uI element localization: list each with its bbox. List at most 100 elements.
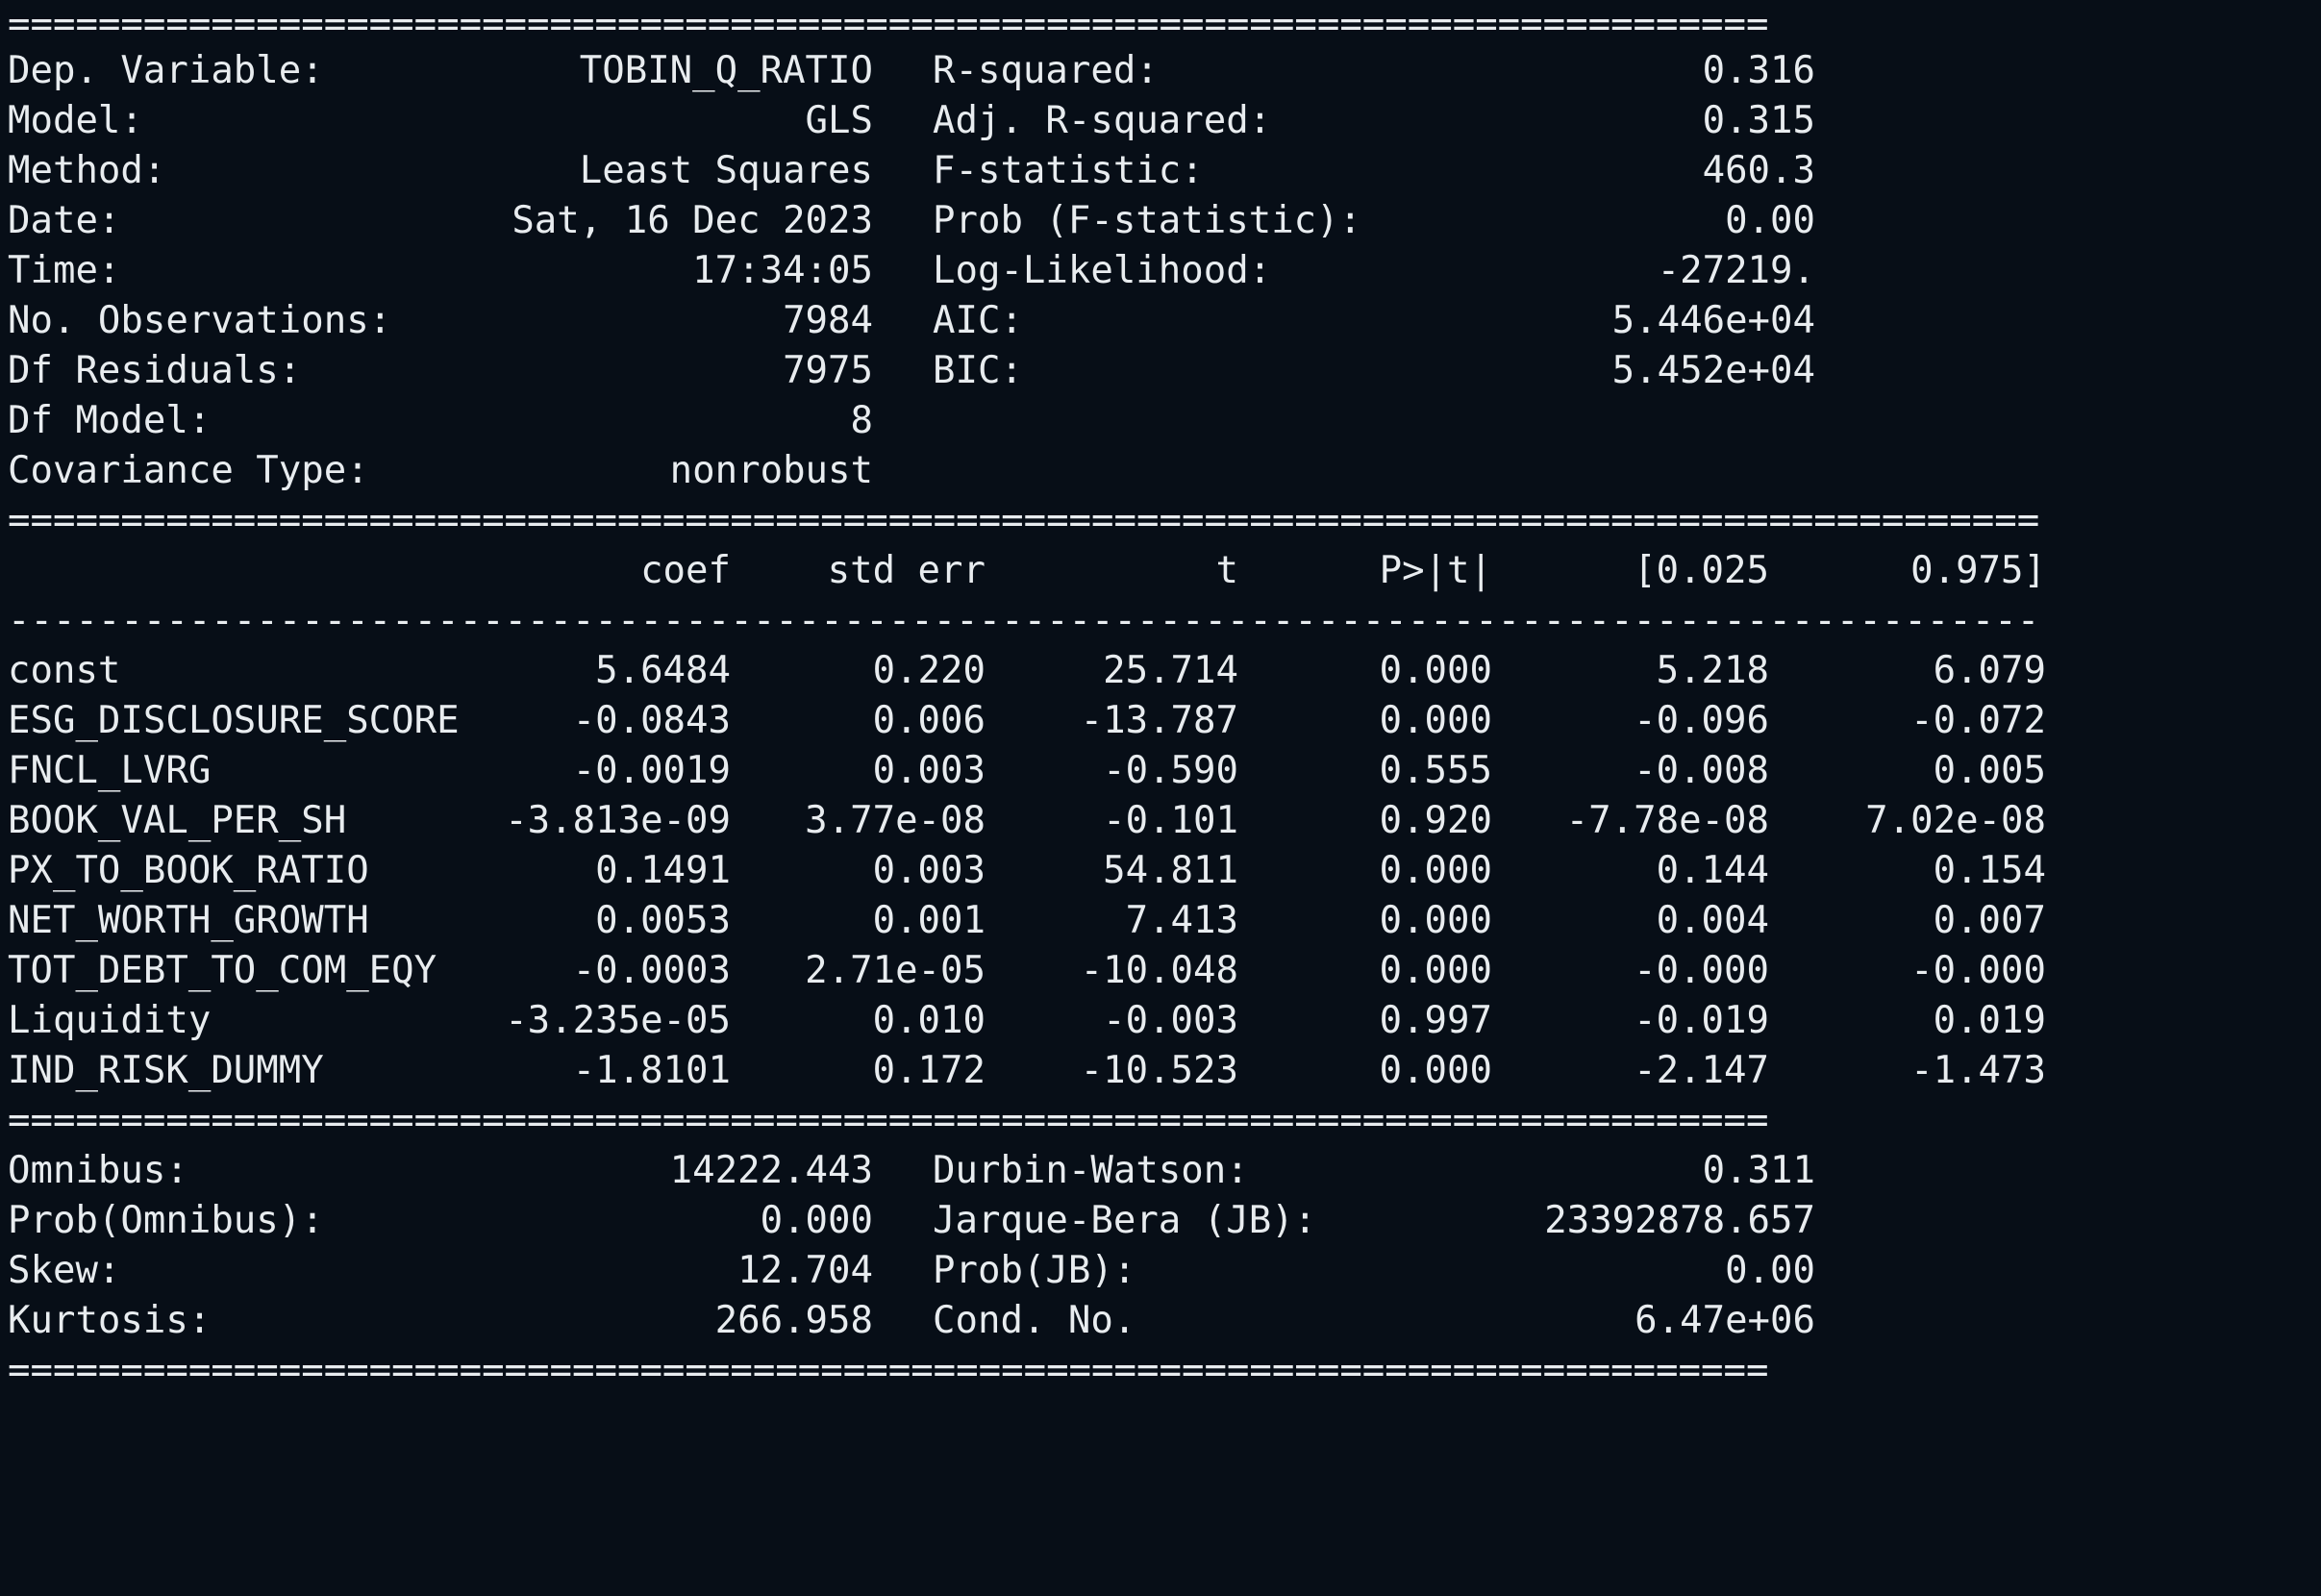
cell-ci-high: -0.000	[1910, 949, 2046, 992]
row-name: Liquidity	[8, 999, 212, 1042]
cell-p: 0.000	[1379, 899, 1492, 942]
summary-value: 0.00	[1725, 199, 1815, 242]
summary-value: 7984	[783, 299, 873, 342]
cell-coef: 0.1491	[595, 849, 731, 892]
row-name: ESG_DISCLOSURE_SCORE	[8, 699, 460, 742]
row-name: FNCL_LVRG	[8, 749, 212, 792]
cell-p: 0.000	[1379, 949, 1492, 992]
summary-row: Model: GLS Adj. R-squared: 0.315	[8, 96, 2315, 146]
cell-std-err: 0.172	[872, 1049, 986, 1092]
summary-label: Method:	[8, 149, 166, 192]
diag-value: 0.311	[1702, 1149, 1815, 1192]
summary-label: AIC:	[933, 299, 1023, 342]
diagnostics-row: Omnibus: 14222.443 Durbin-Watson: 0.311	[8, 1146, 2315, 1196]
diagnostics-row: Kurtosis: 266.958 Cond. No. 6.47e+06	[8, 1296, 2315, 1346]
cell-ci-low: 0.004	[1656, 899, 1769, 942]
diag-value: 14222.443	[669, 1149, 873, 1192]
cell-p: 0.000	[1379, 699, 1492, 742]
cell-t: -10.048	[1080, 949, 1238, 992]
cell-ci-high: 0.007	[1933, 899, 2046, 942]
row-name: NET_WORTH_GROWTH	[8, 899, 369, 942]
cell-std-err: 3.77e-08	[805, 799, 986, 842]
summary-row: Df Model: 8	[8, 396, 2315, 446]
diag-value: 0.00	[1725, 1249, 1815, 1292]
diag-value: 23392878.657	[1544, 1199, 1815, 1242]
summary-label: Adj. R-squared:	[933, 99, 1272, 142]
diag-value: 0.000	[760, 1199, 873, 1242]
cell-std-err: 0.003	[872, 749, 986, 792]
summary-value: 5.446e+04	[1611, 299, 1815, 342]
diagnostics-row: Skew: 12.704 Prob(JB): 0.00	[8, 1246, 2315, 1296]
cell-coef: -0.0843	[572, 699, 731, 742]
summary-row: Time: 17:34:05 Log-Likelihood: -27219.	[8, 246, 2315, 296]
diag-value: 6.47e+06	[1635, 1299, 1815, 1342]
summary-row: Method: Least Squares F-statistic: 460.3	[8, 146, 2315, 196]
cell-ci-high: 6.079	[1933, 649, 2046, 692]
row-name: TOT_DEBT_TO_COM_EQY	[8, 949, 437, 992]
summary-label: Df Model:	[8, 399, 212, 442]
summary-value: -27219.	[1657, 249, 1815, 292]
table-row: BOOK_VAL_PER_SH -3.813e-09 3.77e-08 -0.1…	[8, 796, 2315, 846]
summary-label: No. Observations:	[8, 299, 392, 342]
cell-std-err: 0.003	[872, 849, 986, 892]
summary-value: 8	[850, 399, 873, 442]
cell-ci-low: -0.008	[1634, 749, 1769, 792]
cell-std-err: 0.010	[872, 999, 986, 1042]
summary-row: Df Residuals: 7975 BIC: 5.452e+04	[8, 346, 2315, 396]
col-header-t: t	[1215, 549, 1238, 592]
separator-mid: ========================================…	[8, 499, 2040, 542]
summary-value: 5.452e+04	[1611, 349, 1815, 392]
cell-ci-high: -1.473	[1910, 1049, 2046, 1092]
row-name: const	[8, 649, 121, 692]
summary-label: F-statistic:	[933, 149, 1204, 192]
summary-label: Prob (F-statistic):	[933, 199, 1362, 242]
cell-ci-high: 0.005	[1933, 749, 2046, 792]
cell-ci-high: 7.02e-08	[1865, 799, 2046, 842]
cell-t: 25.714	[1103, 649, 1238, 692]
cell-ci-low: -0.000	[1634, 949, 1769, 992]
col-header-coef: coef	[640, 549, 731, 592]
cell-coef: -0.0019	[572, 749, 731, 792]
separator-top: ========================================…	[8, 3, 1769, 46]
cell-p: 0.000	[1379, 849, 1492, 892]
col-header-std-err: std err	[827, 549, 986, 592]
diagnostics-row: Prob(Omnibus): 0.000 Jarque-Bera (JB): 2…	[8, 1196, 2315, 1246]
cell-t: 7.413	[1125, 899, 1238, 942]
row-name: BOOK_VAL_PER_SH	[8, 799, 347, 842]
cell-ci-low: -0.096	[1634, 699, 1769, 742]
cell-t: -10.523	[1080, 1049, 1238, 1092]
cell-std-err: 0.001	[872, 899, 986, 942]
cell-p: 0.000	[1379, 649, 1492, 692]
cell-coef: 0.0053	[595, 899, 731, 942]
table-row: FNCL_LVRG -0.0019 0.003 -0.590 0.555 -0.…	[8, 746, 2315, 796]
terminal-output: ========================================…	[8, 0, 2315, 1456]
summary-label: Date:	[8, 199, 121, 242]
col-header-p: P>|t|	[1379, 549, 1492, 592]
summary-value: Sat, 16 Dec 2023	[512, 199, 873, 242]
cell-ci-low: -2.147	[1634, 1049, 1769, 1092]
cell-std-err: 0.006	[872, 699, 986, 742]
summary-value: Least Squares	[579, 149, 873, 192]
cell-p: 0.000	[1379, 1049, 1492, 1092]
summary-row: No. Observations: 7984 AIC: 5.446e+04	[8, 296, 2315, 346]
cell-t: -0.590	[1103, 749, 1238, 792]
diag-label: Prob(JB):	[933, 1249, 1136, 1292]
cell-ci-low: -7.78e-08	[1565, 799, 1769, 842]
col-header-ci-low: [0.025	[1634, 549, 1769, 592]
separator-diag: ========================================…	[8, 1099, 1769, 1142]
cell-t: -0.003	[1103, 999, 1238, 1042]
separator-dashed: ----------------------------------------…	[8, 599, 2040, 642]
summary-label: BIC:	[933, 349, 1023, 392]
summary-value: 7975	[783, 349, 873, 392]
table-row: IND_RISK_DUMMY -1.8101 0.172 -10.523 0.0…	[8, 1046, 2315, 1096]
summary-label: Df Residuals:	[8, 349, 302, 392]
summary-value: 0.316	[1702, 49, 1815, 92]
cell-p: 0.997	[1379, 999, 1492, 1042]
summary-value: 0.315	[1702, 99, 1815, 142]
diag-label: Jarque-Bera (JB):	[933, 1199, 1317, 1242]
summary-value: 460.3	[1702, 149, 1815, 192]
row-name: IND_RISK_DUMMY	[8, 1049, 324, 1092]
diag-label: Cond. No.	[933, 1299, 1136, 1342]
summary-row: Date: Sat, 16 Dec 2023 Prob (F-statistic…	[8, 196, 2315, 246]
diag-label: Omnibus:	[8, 1149, 188, 1192]
